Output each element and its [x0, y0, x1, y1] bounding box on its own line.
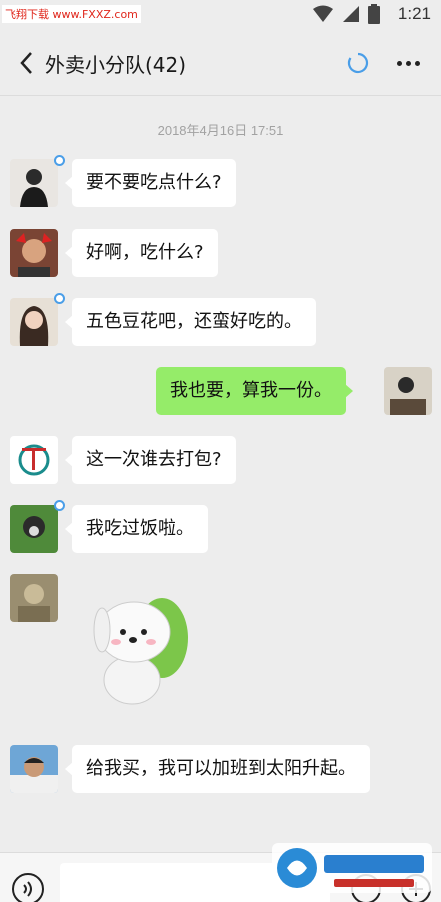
- message-bubble-sent[interactable]: 我也要，算我一份。: [156, 367, 353, 415]
- message-bubble[interactable]: 好啊，吃什么?: [65, 229, 218, 277]
- status-badge: [54, 500, 65, 511]
- avatar[interactable]: [10, 298, 58, 346]
- message-bubble[interactable]: 五色豆花吧，还蛮好吃的。: [65, 298, 316, 346]
- more-icon-dot: [405, 60, 411, 66]
- message-bubble[interactable]: 我吃过饭啦。: [65, 505, 208, 553]
- signal-icon: [342, 6, 359, 22]
- avatar[interactable]: [10, 574, 58, 622]
- message-bubble[interactable]: 这一次谁去打包?: [65, 436, 236, 484]
- message-timestamp: 2018年4月16日 17:51: [157, 123, 284, 138]
- avatar[interactable]: [10, 745, 58, 793]
- status-icons: 1:21: [312, 4, 431, 24]
- battery-icon: [367, 4, 380, 24]
- status-badge: [54, 155, 65, 166]
- more-icon-dot: [414, 60, 420, 66]
- chat-header: 外卖小分队(42): [0, 30, 441, 96]
- status-badge: [54, 293, 65, 304]
- watermark-text: 飞翔下载 www.FXXZ.com: [2, 5, 141, 23]
- chat-title: 外卖小分队(42): [45, 53, 187, 77]
- voice-icon: [23, 881, 32, 897]
- back-chevron-icon: [20, 52, 32, 74]
- avatar-self[interactable]: [384, 367, 432, 415]
- clock: 1:21: [397, 4, 431, 23]
- message-bubble[interactable]: 要不要吃点什么?: [65, 159, 236, 207]
- more-button[interactable]: [392, 52, 424, 74]
- avatar[interactable]: [10, 436, 58, 484]
- avatar[interactable]: [10, 229, 58, 277]
- avatar[interactable]: [10, 159, 58, 207]
- sync-icon: [347, 52, 369, 74]
- watermark-logo: [272, 843, 432, 893]
- back-button[interactable]: [14, 48, 38, 78]
- sticker-message[interactable]: [90, 590, 200, 710]
- sync-button[interactable]: [347, 52, 369, 74]
- message-bubble[interactable]: 给我买，我可以加班到太阳升起。: [65, 745, 370, 793]
- bunny-sticker-icon: [93, 598, 188, 705]
- status-bar: 飞翔下载 www.FXXZ.com 1:21: [0, 0, 441, 30]
- voice-button[interactable]: [12, 873, 44, 902]
- avatar[interactable]: [10, 505, 58, 553]
- more-icon: [396, 60, 402, 66]
- wifi-icon: [312, 5, 333, 22]
